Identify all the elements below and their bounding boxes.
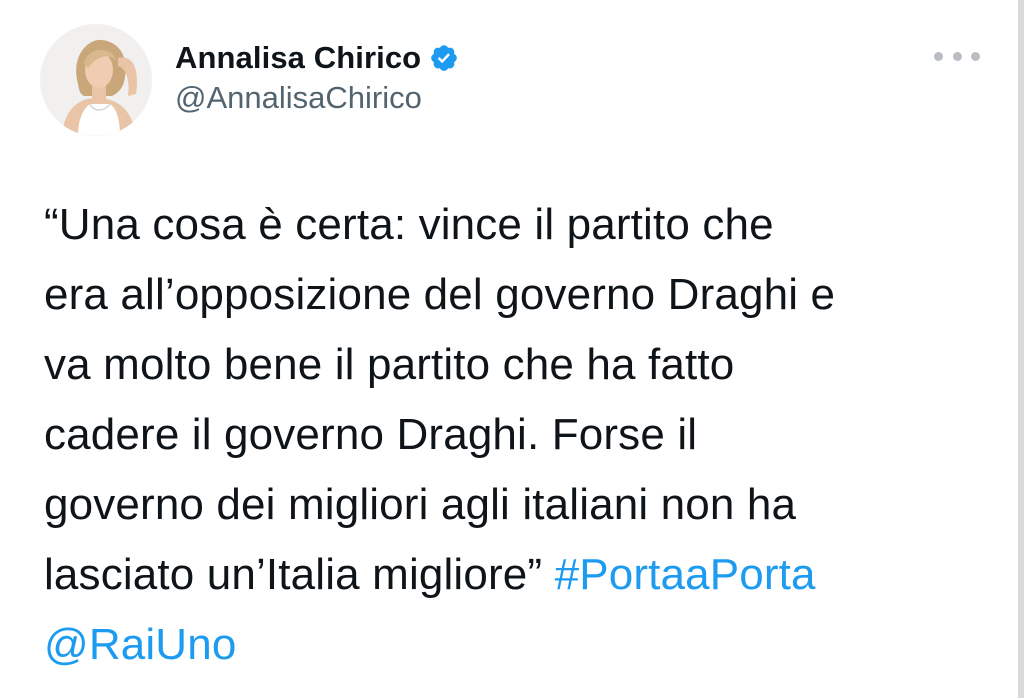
dot (952, 51, 962, 61)
tweet-text: “Una cosa è certa: vince il partito che … (44, 190, 1009, 680)
author-handle[interactable]: @AnnalisaChirico (175, 80, 422, 116)
mention-link[interactable]: @RaiUno (44, 620, 236, 669)
tweet-line: era all’opposizione del governo Draghi e (44, 270, 836, 319)
tweet-line-text: lasciato un’Italia migliore” (44, 550, 543, 599)
tweet-line: va molto bene il partito che ha fatto (44, 340, 735, 389)
dot (934, 51, 943, 61)
verified-badge-icon (429, 43, 459, 73)
screen-edge (1018, 0, 1024, 698)
profile-photo (40, 24, 152, 136)
hashtag-link[interactable]: #PortaaPorta (555, 550, 816, 599)
tweet-line: cadere il governo Draghi. Forse il (44, 410, 698, 459)
tweet-line: “Una cosa è certa: vince il partito che (44, 200, 774, 249)
avatar[interactable] (40, 24, 152, 136)
tweet-line-mention: @RaiUno (44, 610, 1009, 680)
more-options-icon[interactable] (934, 40, 980, 72)
tweet-card: Annalisa Chirico @AnnalisaChirico “Una c… (0, 0, 1018, 698)
tweet-line: governo dei migliori agli italiani non h… (44, 480, 797, 529)
dot (971, 51, 980, 61)
tweet-line-with-hashtag: lasciato un’Italia migliore” #PortaaPort… (44, 540, 1009, 610)
display-name[interactable]: Annalisa Chirico (175, 40, 421, 76)
author-name-row: Annalisa Chirico (175, 36, 459, 80)
